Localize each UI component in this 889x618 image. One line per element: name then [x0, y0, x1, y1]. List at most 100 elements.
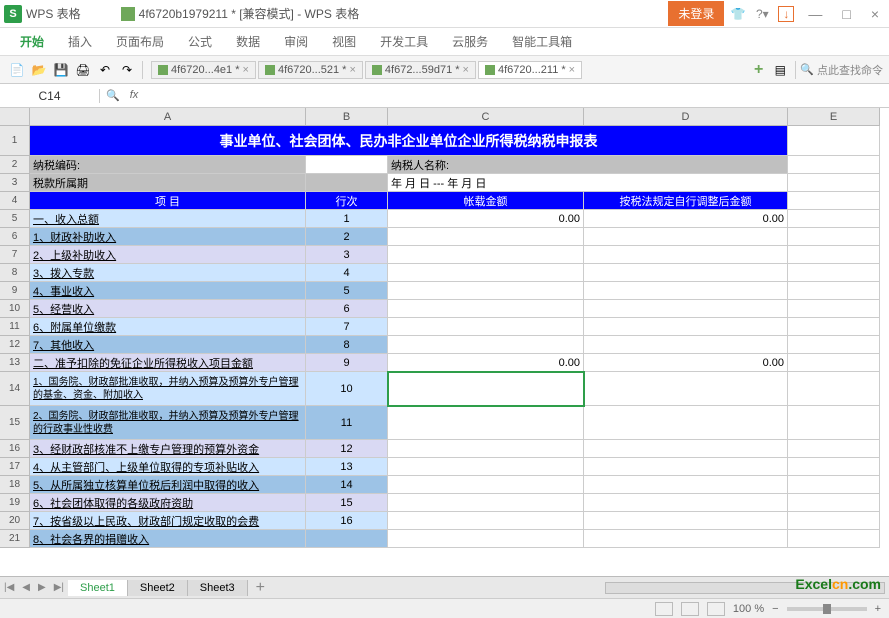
doc-tab-3[interactable]: 4f6720...211 *×	[478, 61, 582, 79]
cell-e-8[interactable]	[788, 264, 880, 282]
menu-2[interactable]: 页面布局	[104, 33, 176, 50]
open-icon[interactable]: 📂	[30, 61, 48, 79]
help-icon[interactable]: ?▾	[754, 6, 770, 22]
name-box[interactable]: C14	[0, 89, 100, 103]
adj-amount-13[interactable]	[584, 458, 788, 476]
line-num-2[interactable]: 2	[306, 228, 388, 246]
adj-amount-14[interactable]	[584, 476, 788, 494]
tax-code-value[interactable]	[306, 156, 388, 174]
cell-e-15[interactable]	[788, 406, 880, 440]
row-header-16[interactable]: 16	[0, 440, 30, 458]
row-header-10[interactable]: 10	[0, 300, 30, 318]
minimize-button[interactable]: —	[802, 6, 828, 22]
cell-e-5[interactable]	[788, 210, 880, 228]
sheet-tab-Sheet3[interactable]: Sheet3	[188, 580, 248, 596]
cell-e-18[interactable]	[788, 476, 880, 494]
col-adj-header[interactable]: 按税法规定自行调整后金额	[584, 192, 788, 210]
book-amount-9[interactable]: 0.00	[388, 354, 584, 372]
sheet-nav-next[interactable]: ▶	[34, 582, 50, 593]
row-header-9[interactable]: 9	[0, 282, 30, 300]
item-name-10[interactable]: 1、国务院、财政部批准收取，并纳入预算及预算外专户管理的基金、资金、附加收入	[30, 372, 306, 406]
item-name-4[interactable]: 3、拨入专款	[30, 264, 306, 282]
item-name-14[interactable]: 5、从所属独立核算单位税后利润中取得的收入	[30, 476, 306, 494]
col-header-B[interactable]: B	[306, 108, 388, 126]
cell-e-16[interactable]	[788, 440, 880, 458]
line-num-[interactable]	[306, 530, 388, 548]
book-amount-6[interactable]	[388, 300, 584, 318]
skin-icon[interactable]: 👕	[730, 6, 746, 22]
line-num-16[interactable]: 16	[306, 512, 388, 530]
col-line-header[interactable]: 行次	[306, 192, 388, 210]
line-num-9[interactable]: 9	[306, 354, 388, 372]
item-name-1[interactable]: 一、收入总额	[30, 210, 306, 228]
login-button[interactable]: 未登录	[668, 1, 724, 26]
spreadsheet[interactable]: ABCDE 123456789101112131415161718192021 …	[0, 108, 889, 576]
premium-icon[interactable]: ↓	[778, 6, 794, 22]
col-header-A[interactable]: A	[30, 108, 306, 126]
book-amount-8[interactable]	[388, 336, 584, 354]
adj-amount-15[interactable]	[584, 494, 788, 512]
sheet-nav-last[interactable]: ▶|	[50, 582, 68, 593]
menu-5[interactable]: 审阅	[272, 33, 320, 50]
select-all-corner[interactable]	[0, 108, 30, 126]
item-name-2[interactable]: 1、财政补助收入	[30, 228, 306, 246]
adj-amount-4[interactable]	[584, 264, 788, 282]
line-num-8[interactable]: 8	[306, 336, 388, 354]
cell-grid[interactable]: 事业单位、社会团体、民办非企业单位企业所得税纳税申报表纳税编码:纳税人名称:税款…	[30, 126, 880, 548]
cell-e-14[interactable]	[788, 372, 880, 406]
adj-amount-5[interactable]	[584, 282, 788, 300]
cell-e-21[interactable]	[788, 530, 880, 548]
book-amount-4[interactable]	[388, 264, 584, 282]
book-amount-14[interactable]	[388, 476, 584, 494]
cell-e-13[interactable]	[788, 354, 880, 372]
zoom-slider[interactable]	[787, 607, 867, 611]
adj-amount-8[interactable]	[584, 336, 788, 354]
menu-6[interactable]: 视图	[320, 33, 368, 50]
view-break-icon[interactable]	[707, 602, 725, 616]
line-num-10[interactable]: 10	[306, 372, 388, 406]
col-item-header[interactable]: 项 目	[30, 192, 306, 210]
cell-e-19[interactable]	[788, 494, 880, 512]
redo-icon[interactable]: ↷	[118, 61, 136, 79]
cell-e-6[interactable]	[788, 228, 880, 246]
line-num-11[interactable]: 11	[306, 406, 388, 440]
menu-3[interactable]: 公式	[176, 33, 224, 50]
item-name-11[interactable]: 2、国务院、财政部批准收取，并纳入预算及预算外专户管理的行政事业性收费	[30, 406, 306, 440]
adj-amount-[interactable]	[584, 530, 788, 548]
form-title[interactable]: 事业单位、社会团体、民办非企业单位企业所得税纳税申报表	[30, 126, 788, 156]
doc-tab-2[interactable]: 4f672...59d71 *×	[365, 61, 476, 79]
adj-amount-12[interactable]	[584, 440, 788, 458]
view-normal-icon[interactable]	[655, 602, 673, 616]
book-amount-1[interactable]: 0.00	[388, 210, 584, 228]
menu-9[interactable]: 智能工具箱	[500, 33, 584, 50]
item-name-6[interactable]: 5、经营收入	[30, 300, 306, 318]
sheet-tab-Sheet2[interactable]: Sheet2	[128, 580, 188, 596]
cell-e-17[interactable]	[788, 458, 880, 476]
book-amount-10[interactable]	[388, 372, 584, 406]
row-header-7[interactable]: 7	[0, 246, 30, 264]
row-header-2[interactable]: 2	[0, 156, 30, 174]
line-num-15[interactable]: 15	[306, 494, 388, 512]
book-amount-7[interactable]	[388, 318, 584, 336]
line-num-5[interactable]: 5	[306, 282, 388, 300]
view-page-icon[interactable]	[681, 602, 699, 616]
zoom-out-button[interactable]: −	[772, 603, 778, 615]
row-header-20[interactable]: 20	[0, 512, 30, 530]
row-header-15[interactable]: 15	[0, 406, 30, 440]
row-header-14[interactable]: 14	[0, 372, 30, 406]
line-num-4[interactable]: 4	[306, 264, 388, 282]
menu-0[interactable]: 开始	[8, 33, 56, 50]
doc-tab-1[interactable]: 4f6720...521 *×	[258, 61, 363, 79]
adj-amount-7[interactable]	[584, 318, 788, 336]
new-icon[interactable]: 📄	[8, 61, 26, 79]
adj-amount-9[interactable]: 0.00	[584, 354, 788, 372]
cell-e1[interactable]	[788, 126, 880, 156]
taxpayer-name-label[interactable]: 纳税人名称:	[388, 156, 788, 174]
row-header-1[interactable]: 1	[0, 126, 30, 156]
add-tab-button[interactable]: +	[748, 59, 769, 81]
tax-period-value[interactable]: 年 月 日 --- 年 月 日	[388, 174, 788, 192]
adj-amount-3[interactable]	[584, 246, 788, 264]
item-name-[interactable]: 8、社会各界的捐赠收入	[30, 530, 306, 548]
menu-8[interactable]: 云服务	[440, 33, 500, 50]
close-button[interactable]: ×	[865, 6, 885, 22]
